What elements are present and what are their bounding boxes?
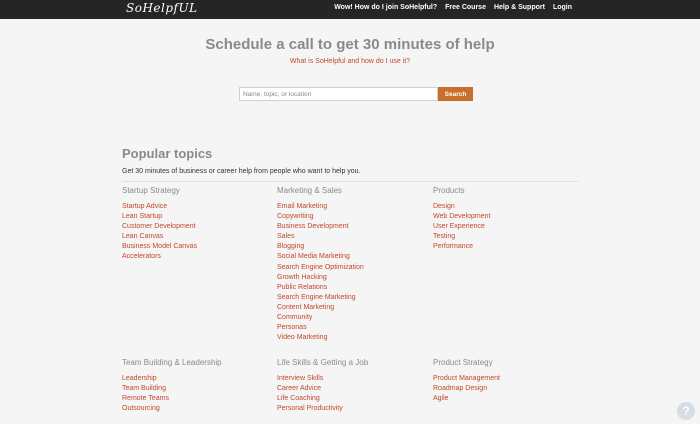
topic-link[interactable]: Remote Teams — [122, 394, 272, 404]
sohelpful-logo[interactable]: SoHelpfUL — [126, 1, 198, 15]
page-title: Schedule a call to get 30 minutes of hel… — [205, 36, 495, 53]
topic-link[interactable]: Lean Startup — [122, 212, 272, 222]
topic-link[interactable]: Life Coaching — [277, 394, 427, 404]
category-life-skills-job: Life Skills & Getting a Job Interview Sk… — [277, 358, 427, 414]
topic-link[interactable]: Leadership — [122, 374, 272, 384]
category-marketing-sales: Marketing & Sales Email Marketing Copywr… — [277, 186, 427, 343]
topic-link[interactable]: Blogging — [277, 242, 427, 252]
free-course-link[interactable]: Free Course — [445, 4, 486, 11]
topic-link[interactable]: Lean Canvas — [122, 232, 272, 242]
topic-link[interactable]: Content Marketing — [277, 303, 427, 313]
help-question-button[interactable]: ? — [677, 402, 695, 420]
category-product-strategy: Product Strategy Product Management Road… — [433, 358, 583, 404]
category-title: Life Skills & Getting a Job — [277, 358, 369, 367]
topic-link[interactable]: Performance — [433, 242, 583, 252]
topic-link[interactable]: Design — [433, 202, 583, 212]
topic-link[interactable]: Search Engine Optimization — [277, 263, 427, 273]
topic-link[interactable]: Video Marketing — [277, 333, 427, 343]
topic-link[interactable]: Community — [277, 313, 427, 323]
topic-link[interactable]: Copywriting — [277, 212, 427, 222]
category-title: Startup Strategy — [122, 186, 180, 195]
category-title: Marketing & Sales — [277, 186, 342, 195]
popular-topics-title: Popular topics — [122, 146, 213, 161]
top-navigation-bar: SoHelpfUL Wow! How do I join SoHelpful? … — [0, 0, 700, 19]
what-is-sohelpful-link[interactable]: What is SoHelpful and how do I use it? — [0, 58, 700, 65]
category-products: Products Design Web Development User Exp… — [433, 186, 583, 252]
topic-link[interactable]: Customer Development — [122, 222, 272, 232]
topic-link[interactable]: Team Building — [122, 384, 272, 394]
topic-link[interactable]: Sales — [277, 232, 427, 242]
topic-link[interactable]: Personal Productivity — [277, 404, 427, 414]
search-form: Search — [239, 87, 473, 101]
category-title: Products — [433, 186, 465, 195]
topic-link[interactable]: Testing — [433, 232, 583, 242]
category-title: Product Strategy — [433, 358, 493, 367]
topic-link[interactable]: Personas — [277, 323, 427, 333]
topic-link[interactable]: Startup Advice — [122, 202, 272, 212]
category-team-building-leadership: Team Building & Leadership Leadership Te… — [122, 358, 272, 414]
main-navigation: Wow! How do I join SoHelpful? Free Cours… — [334, 4, 572, 11]
topic-link[interactable]: Web Development — [433, 212, 583, 222]
topic-link[interactable]: Outsourcing — [122, 404, 272, 414]
topic-link[interactable]: User Experience — [433, 222, 583, 232]
topic-link[interactable]: Accelerators — [122, 252, 272, 262]
topic-link[interactable]: Social Media Marketing — [277, 252, 427, 262]
topic-link[interactable]: Career Advice — [277, 384, 427, 394]
topic-link[interactable]: Product Management — [433, 374, 583, 384]
login-link[interactable]: Login — [553, 4, 572, 11]
popular-topics-subtitle: Get 30 minutes of business or career hel… — [122, 168, 361, 175]
topic-link[interactable]: Business Development — [277, 222, 427, 232]
section-divider — [122, 181, 578, 182]
topic-link[interactable]: Business Model Canvas — [122, 242, 272, 252]
topic-link[interactable]: Growth Hacking — [277, 273, 427, 283]
topic-link[interactable]: Email Marketing — [277, 202, 427, 212]
topic-link[interactable]: Public Relations — [277, 283, 427, 293]
topic-link[interactable]: Interview Skills — [277, 374, 427, 384]
category-title: Team Building & Leadership — [122, 358, 222, 367]
search-button[interactable]: Search — [438, 87, 473, 101]
search-input[interactable] — [239, 87, 438, 101]
category-startup-strategy: Startup Strategy Startup Advice Lean Sta… — [122, 186, 272, 263]
topic-link[interactable]: Agile — [433, 394, 583, 404]
join-sohelpful-link[interactable]: Wow! How do I join SoHelpful? — [334, 4, 437, 11]
help-support-link[interactable]: Help & Support — [494, 4, 545, 11]
topic-link[interactable]: Roadmap Design — [433, 384, 583, 394]
topic-link[interactable]: Search Engine Marketing — [277, 293, 427, 303]
